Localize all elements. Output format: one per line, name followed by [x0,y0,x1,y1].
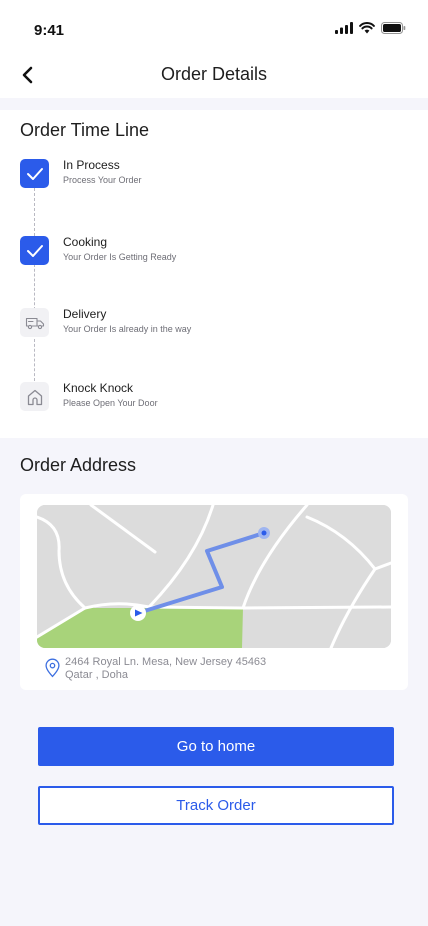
address-line-2: Qatar , Doha [65,669,128,681]
timeline-item-subtitle: Process Your Order [63,175,142,185]
timeline-status-box [20,382,49,411]
timeline-item-subtitle: Your Order Is Getting Ready [63,252,177,262]
check-icon [26,167,43,180]
timeline-title: Order Time Line [20,120,150,140]
go-to-home-button[interactable]: Go to home [38,727,394,766]
address-card: 2464 Royal Ln. Mesa, New Jersey 45463 Qa… [20,494,408,690]
timeline-item-delivery: Delivery Your Order Is already in the wa… [20,307,400,340]
timeline-item-title: In Process [63,158,120,172]
battery-icon [381,22,406,34]
map-graphic [37,505,391,648]
timeline-item-subtitle: Please Open Your Door [63,398,158,408]
status-icons [335,22,406,34]
header: Order Details [0,56,428,98]
track-order-button[interactable]: Track Order [38,786,394,825]
address-text: 2464 Royal Ln. Mesa, New Jersey 45463 Qa… [65,656,365,682]
timeline-status-box [20,308,49,337]
timeline-item-title: Cooking [63,235,108,249]
timeline-connector [34,339,35,381]
page-title: Order Details [160,64,268,84]
status-bar: 9:41 [0,0,428,56]
delivery-map[interactable] [37,505,391,648]
delivery-truck-icon [25,317,44,329]
timeline-item-subtitle: Your Order Is already in the way [63,324,192,334]
timeline-item-in-process: In Process Process Your Order [20,158,400,191]
timeline-status-box [20,159,49,188]
wifi-icon [359,22,375,34]
timeline-item-knock-knock: Knock Knock Please Open Your Door [20,381,400,414]
location-pin-icon [45,658,60,678]
address-title: Order Address [20,455,137,475]
timeline-item-cooking: Cooking Your Order Is Getting Ready [20,235,400,268]
timeline-connector [34,188,35,236]
timeline-item-title: Delivery [63,307,107,321]
timeline-status-box [20,236,49,265]
timeline-connector [34,264,35,310]
timeline-item-title: Knock Knock [63,381,134,395]
cellular-signal-icon [335,22,353,34]
check-icon [26,244,43,257]
address-line-1: 2464 Royal Ln. Mesa, New Jersey 45463 [65,656,267,668]
order-address-section: Order Address 2464 Royal Ln. Mesa, New J… [0,438,428,698]
home-icon [27,389,42,405]
status-time: 9:41 [34,22,65,39]
order-timeline-section: Order Time Line In Process Process Your … [0,110,428,438]
